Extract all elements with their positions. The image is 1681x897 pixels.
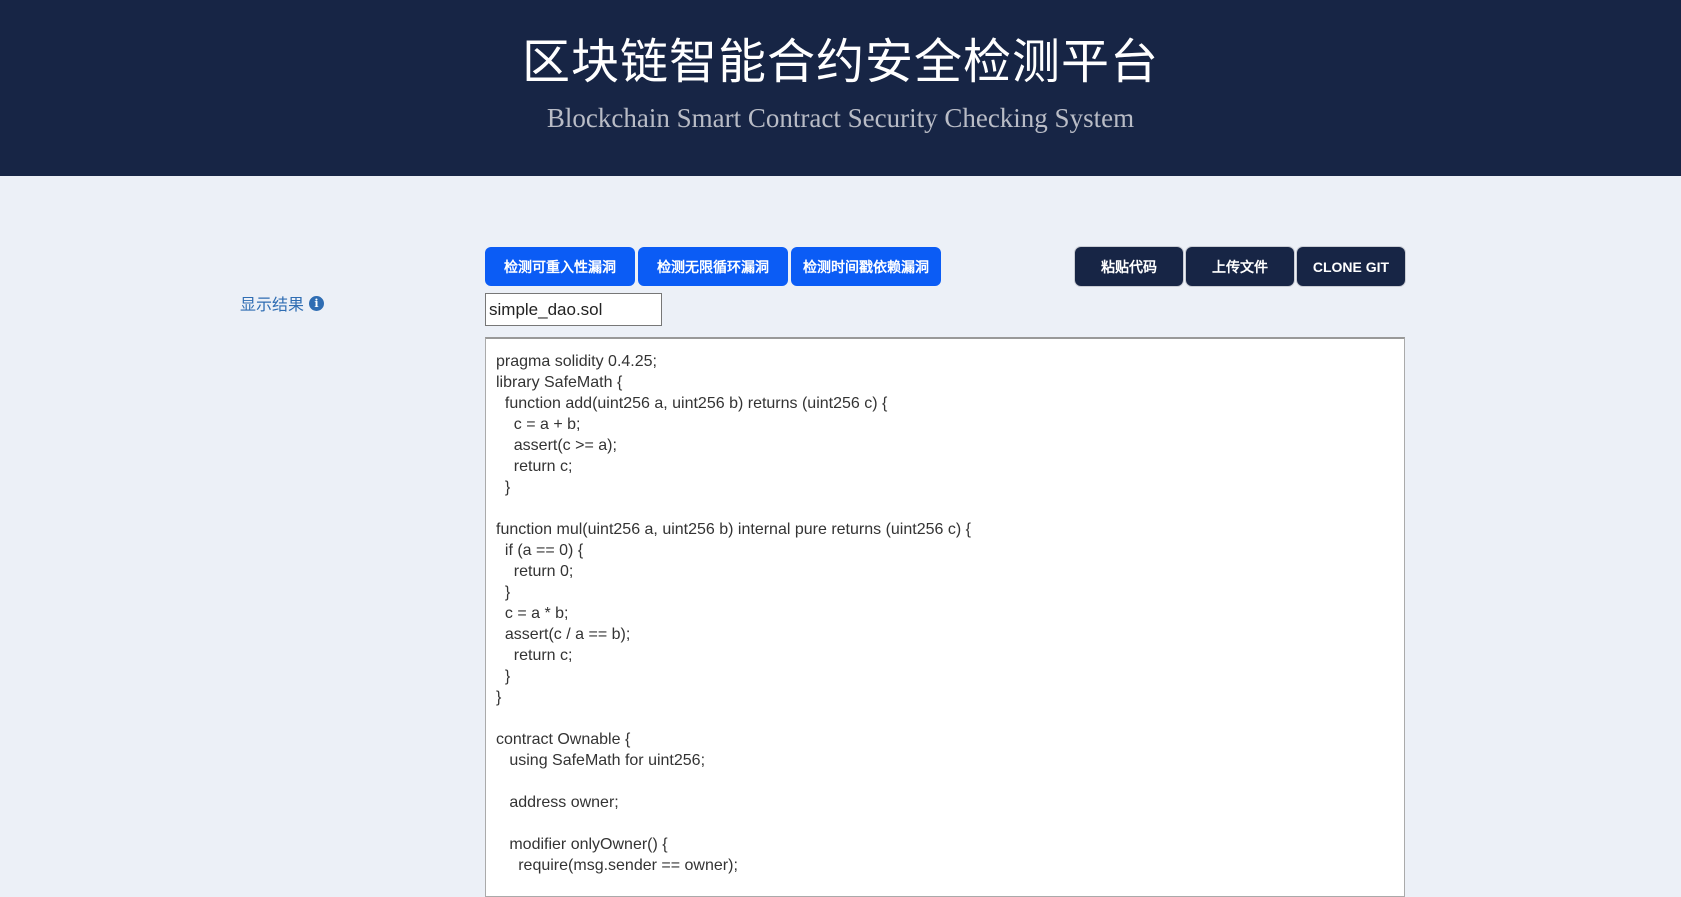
detect-infinite-loop-button[interactable]: 检测无限循环漏洞 bbox=[638, 247, 788, 286]
header: 区块链智能合约安全检测平台 Blockchain Smart Contract … bbox=[0, 0, 1681, 176]
page-subtitle: Blockchain Smart Contract Security Check… bbox=[546, 103, 1135, 133]
detect-reentrancy-button[interactable]: 检测可重入性漏洞 bbox=[485, 247, 635, 286]
show-result-text: 显示结果 bbox=[240, 297, 305, 314]
code-editor[interactable]: pragma solidity 0.4.25; library SafeMath… bbox=[485, 337, 1405, 897]
paste-code-button[interactable]: 粘贴代码 bbox=[1075, 247, 1183, 286]
info-icon[interactable]: i bbox=[309, 295, 325, 311]
detect-timestamp-dependency-button[interactable]: 检测时间戳依赖漏洞 bbox=[791, 247, 941, 286]
show-result-label: 显示结果 i bbox=[240, 291, 325, 315]
upload-file-button[interactable]: 上传文件 bbox=[1186, 247, 1294, 286]
page-title: 区块链智能合约安全检测平台 bbox=[521, 34, 1159, 90]
clone-git-button[interactable]: CLONE GIT bbox=[1297, 247, 1405, 286]
filename-input[interactable] bbox=[485, 293, 662, 326]
